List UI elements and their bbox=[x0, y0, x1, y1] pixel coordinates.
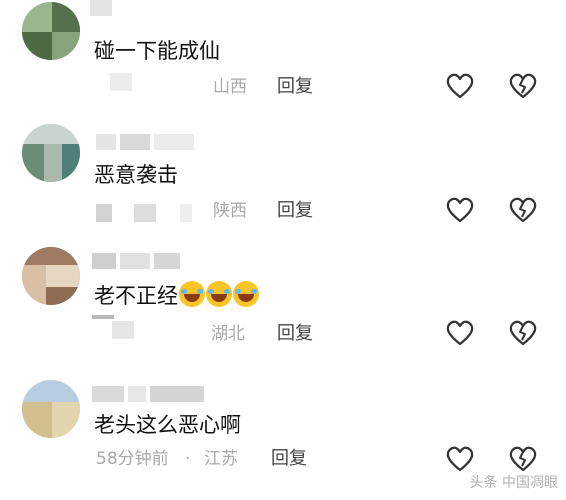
laughing-crying-emoji-icon bbox=[206, 281, 232, 307]
meta-separator: · bbox=[185, 449, 191, 469]
heart-icon[interactable] bbox=[446, 73, 474, 99]
location-label: 湖北 bbox=[211, 324, 245, 344]
comment-text-content: 老头这么恶心啊 bbox=[94, 413, 241, 437]
heart-icon[interactable] bbox=[446, 197, 474, 223]
comment-text-content: 老不正经 bbox=[94, 284, 178, 308]
location-label: 江苏 bbox=[204, 449, 238, 469]
comment-item: 老不正经 湖北 回复 bbox=[0, 243, 566, 363]
comment-text: 老不正经 bbox=[94, 281, 259, 311]
timestamp-label: 58分钟前 bbox=[96, 449, 169, 469]
comment-text: 碰一下能成仙 bbox=[94, 36, 220, 66]
broken-heart-icon[interactable] bbox=[509, 73, 537, 99]
avatar[interactable] bbox=[22, 247, 80, 305]
heart-icon[interactable] bbox=[446, 320, 474, 346]
comment-item: 碰一下能成仙 山西 回复 bbox=[0, 0, 566, 120]
reply-button[interactable]: 回复 bbox=[277, 200, 313, 222]
laughing-crying-emoji-icon bbox=[233, 281, 259, 307]
reply-button[interactable]: 回复 bbox=[271, 448, 307, 470]
watermark: 头条 中国凋眼 bbox=[469, 475, 558, 491]
comment-item: 恶意袭击 陕西 回复 bbox=[0, 120, 566, 240]
location-label: 陕西 bbox=[213, 201, 247, 221]
reply-button[interactable]: 回复 bbox=[277, 76, 313, 98]
location-label: 山西 bbox=[213, 77, 247, 97]
avatar[interactable] bbox=[22, 380, 80, 438]
broken-heart-icon[interactable] bbox=[509, 446, 537, 472]
comment-text: 恶意袭击 bbox=[94, 160, 178, 190]
broken-heart-icon[interactable] bbox=[509, 320, 537, 346]
comment-text-content: 恶意袭击 bbox=[94, 163, 178, 187]
laughing-crying-emoji-icon bbox=[179, 281, 205, 307]
avatar[interactable] bbox=[22, 124, 80, 182]
heart-icon[interactable] bbox=[446, 446, 474, 472]
reply-button[interactable]: 回复 bbox=[277, 323, 313, 345]
comment-text-content: 碰一下能成仙 bbox=[94, 39, 220, 63]
comment-text: 老头这么恶心啊 bbox=[94, 410, 241, 440]
broken-heart-icon[interactable] bbox=[509, 197, 537, 223]
avatar[interactable] bbox=[22, 2, 80, 60]
